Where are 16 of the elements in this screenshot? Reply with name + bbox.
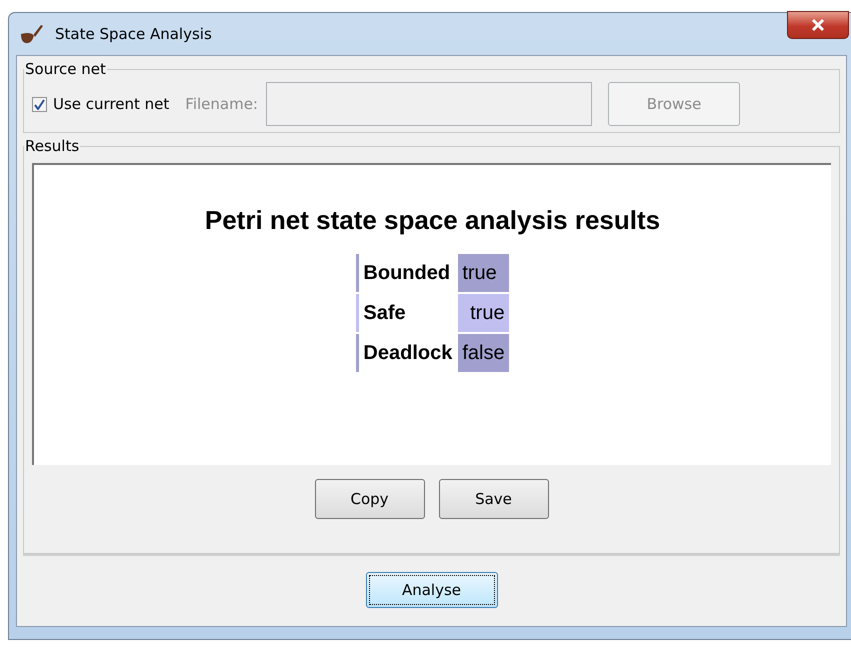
action-button[interactable]: Copy (314, 479, 424, 519)
window-title: State Space Analysis (55, 25, 212, 43)
pipe-icon (19, 22, 45, 46)
group-legend: Source net (24, 60, 107, 78)
close-button[interactable] (787, 11, 849, 39)
analyse-button[interactable]: Analyse (366, 572, 498, 608)
use-current-checkbox[interactable]: Use current net (32, 95, 170, 113)
property-value: true (458, 254, 509, 292)
results-heading: Petri net state space analysis results (204, 205, 660, 236)
property-value: true (458, 294, 509, 332)
property-value: false (458, 334, 509, 372)
action-button[interactable]: Save (438, 479, 548, 519)
group-legend: Results (24, 137, 80, 155)
filename-label: Filename: (185, 95, 258, 113)
check-icon (34, 98, 45, 110)
close-icon (811, 18, 825, 32)
